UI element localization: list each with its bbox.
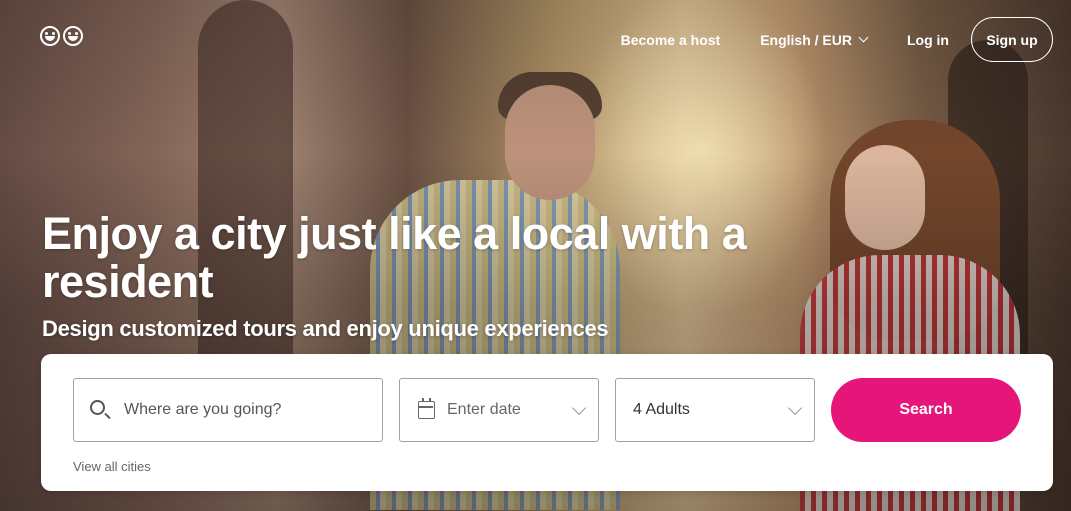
chevron-down-icon [787, 400, 803, 416]
guests-select[interactable]: 4 Adults [615, 378, 815, 442]
search-card: Enter date 4 Adults Search View all citi… [41, 354, 1053, 491]
chevron-down-icon [858, 32, 869, 43]
hero-subtitle: Design customized tours and enjoy unique… [42, 316, 609, 341]
search-icon [90, 400, 105, 415]
date-field[interactable]: Enter date [399, 378, 599, 442]
chevron-down-icon [571, 400, 587, 416]
language-currency-selector[interactable]: English / EUR [760, 31, 869, 48]
top-nav: Become a host English / EUR Log in Sign … [621, 16, 1053, 63]
hero-title: Enjoy a city just like a local with a re… [42, 208, 747, 307]
calendar-icon [418, 398, 435, 419]
destination-input[interactable] [122, 400, 356, 420]
guests-value: 4 Adults [633, 401, 690, 418]
view-all-cities-link[interactable]: View all cities [73, 459, 151, 474]
language-currency-label: English / EUR [760, 31, 852, 48]
logo-icon[interactable] [40, 26, 83, 46]
login-link[interactable]: Log in [907, 32, 949, 48]
signup-button[interactable]: Sign up [971, 17, 1053, 62]
date-placeholder: Enter date [447, 401, 521, 418]
search-button[interactable]: Search [831, 378, 1021, 442]
logo-face-left [40, 26, 60, 46]
become-host-link[interactable]: Become a host [621, 32, 721, 48]
destination-field[interactable] [73, 378, 383, 442]
logo-face-right [63, 26, 83, 46]
